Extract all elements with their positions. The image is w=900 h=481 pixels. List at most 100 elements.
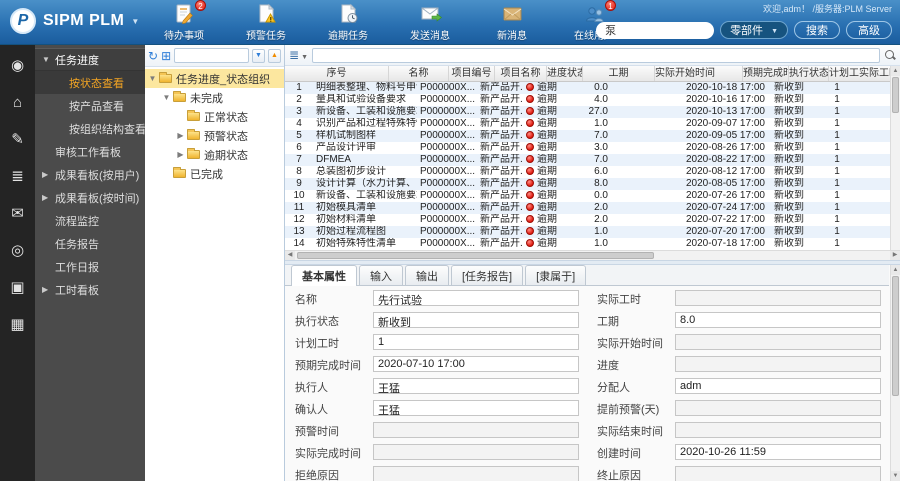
module-edit-icon[interactable]: ✎ (7, 129, 29, 151)
detail-tab[interactable]: [隶属于] (525, 265, 587, 285)
detail-tab[interactable]: 输出 (405, 265, 449, 285)
detail-tab[interactable]: 输入 (359, 265, 403, 285)
table-row[interactable]: 1 明细表整理、物料号申请 P000000X... 新产品开... 逾期 0.0… (285, 82, 900, 94)
refresh-icon[interactable]: ↻ (148, 49, 158, 63)
scrollbar-thumb[interactable] (297, 252, 654, 259)
table-row[interactable]: 4 识别产品和过程特殊特性 P000000X... 新产品开... 逾期 1.0… (285, 118, 900, 130)
sidebar-item[interactable]: 按状态查看 (35, 71, 145, 94)
field-value-input[interactable] (675, 400, 881, 416)
advanced-search-button[interactable]: 高级 (846, 21, 892, 39)
column-header[interactable]: 工期 (583, 66, 655, 81)
tree-node[interactable]: 逾期状态 (145, 145, 284, 164)
field-value-input[interactable]: 王猛 (373, 378, 579, 394)
table-row[interactable]: 9 设计计算（水力计算、电机... P000000X... 新产品开... 逾期… (285, 178, 900, 190)
sidebar-item[interactable]: 流程监控 (35, 209, 145, 232)
grid-view-menu-button[interactable]: ≣ (289, 48, 308, 62)
sidebar-item[interactable]: 任务进度 (35, 48, 145, 71)
field-value-input[interactable] (675, 356, 881, 372)
sidebar-item[interactable]: 任务报告 (35, 232, 145, 255)
sidebar-item[interactable]: 按组织结构查看 (35, 117, 146, 140)
field-value-input[interactable]: 8.0 (675, 312, 881, 328)
module-book-icon[interactable]: ▣ (7, 277, 29, 299)
field-value-input[interactable]: 新收到 (373, 312, 579, 328)
sidebar-item[interactable]: 审核工作看板 (35, 140, 145, 163)
scroll-up-icon[interactable]: ▲ (891, 66, 900, 76)
field-value-input[interactable]: adm (675, 378, 881, 394)
search-button[interactable]: 搜索 (794, 21, 840, 39)
scroll-up-icon[interactable]: ▲ (891, 265, 900, 275)
field-value-input[interactable] (675, 290, 881, 306)
column-header[interactable]: 序号 (285, 66, 389, 81)
scroll-right-icon[interactable]: ▶ (890, 251, 900, 260)
todo-items-button[interactable]: 2 待办事项 (158, 0, 210, 42)
search-category-select[interactable]: 零部件 (720, 21, 788, 39)
field-value-input[interactable]: 先行试验 (373, 290, 579, 306)
table-row[interactable]: 12 初始材料清单 P000000X... 新产品开... 逾期 2.0 202… (285, 214, 900, 226)
column-header[interactable]: 实际开始时间 (655, 66, 743, 81)
sidebar-item[interactable]: 成果看板(按时间) (35, 186, 145, 209)
table-row[interactable]: 2 量具和试验设备要求 P000000X... 新产品开... 逾期 4.0 2… (285, 94, 900, 106)
tree-node[interactable]: 已完成 (145, 164, 284, 183)
detail-tab[interactable]: 基本属性 (291, 265, 357, 286)
module-monitor-icon[interactable]: ◎ (7, 240, 29, 262)
column-header[interactable]: 计划工时 (829, 66, 859, 81)
scrollbar-thumb[interactable] (892, 276, 899, 396)
sidebar-item[interactable]: 工作日报 (35, 255, 145, 278)
sidebar-item[interactable]: 按产品查看 (35, 94, 145, 117)
field-value-input[interactable] (675, 334, 881, 350)
table-row[interactable]: 10 新设备、工装和设施要求（... P000000X... 新产品开... 逾… (285, 190, 900, 202)
tree-node[interactable]: 任务进度_状态组织 (145, 69, 284, 88)
column-header[interactable]: 名称 (389, 66, 449, 81)
module-workspace-icon[interactable]: ◉ (7, 55, 29, 77)
find-next-icon[interactable]: ▼ (252, 48, 265, 63)
search-icon[interactable] (884, 49, 896, 61)
find-previous-icon[interactable]: ▲ (268, 48, 281, 63)
table-row[interactable]: 5 样机试制图样 P000000X... 新产品开... 逾期 7.0 2020… (285, 130, 900, 142)
column-header[interactable]: 执行状态 (789, 66, 829, 81)
field-value-input[interactable] (373, 466, 579, 481)
module-data-icon[interactable]: ≣ (7, 166, 29, 188)
sidebar-item[interactable]: 工时看板 (35, 278, 145, 301)
column-header[interactable]: 预期完成时间 (743, 66, 789, 81)
module-card-icon[interactable]: ▦ (7, 314, 29, 336)
warning-tasks-button[interactable]: 预警任务 (240, 3, 292, 42)
detail-tab[interactable]: [任务报告] (451, 265, 524, 285)
tree-filter-input[interactable] (174, 48, 249, 63)
hierarchy-icon[interactable]: ⊞ (161, 49, 171, 63)
new-messages-button[interactable]: 新消息 (486, 3, 538, 42)
send-message-button[interactable]: 发送消息 (404, 3, 456, 42)
grid-vertical-scrollbar[interactable]: ▲ ▼ (890, 66, 900, 260)
overdue-tasks-button[interactable]: 逾期任务 (322, 3, 374, 42)
table-row[interactable]: 6 产品设计评审 P000000X... 新产品开... 逾期 3.0 2020… (285, 142, 900, 154)
column-header[interactable]: 项目名称 (495, 66, 547, 81)
scroll-left-icon[interactable]: ◀ (285, 251, 295, 260)
field-value-input[interactable]: 2020-10-26 11:59 (675, 444, 881, 460)
table-row[interactable]: 3 新设备、工装和设施要求（... P000000X... 新产品开... 逾期… (285, 106, 900, 118)
field-value-input[interactable] (373, 422, 579, 438)
tree-node[interactable]: 未完成 (145, 88, 284, 107)
tree-node[interactable]: 预警状态 (145, 126, 284, 145)
table-row[interactable]: 13 初始过程流程图 P000000X... 新产品开... 逾期 1.0 20… (285, 226, 900, 238)
grid-filter-input[interactable] (312, 47, 880, 63)
field-value-input[interactable] (675, 466, 881, 481)
scrollbar-thumb[interactable] (892, 77, 899, 113)
field-value-input[interactable]: 王猛 (373, 400, 579, 416)
module-home-icon[interactable]: ⌂ (7, 92, 29, 114)
tree-node[interactable]: 正常状态 (145, 107, 284, 126)
detail-vertical-scrollbar[interactable]: ▲ ▼ (890, 265, 900, 481)
table-row[interactable]: 7 DFMEA P000000X... 新产品开... 逾期 7.0 2020-… (285, 154, 900, 166)
field-value-input[interactable]: 1 (373, 334, 579, 350)
scroll-down-icon[interactable]: ▼ (891, 471, 900, 481)
module-chat-icon[interactable]: ✉ (7, 203, 29, 225)
global-search-input[interactable] (596, 21, 715, 39)
grid-horizontal-scrollbar[interactable]: ◀ ▶ (285, 250, 900, 260)
table-row[interactable]: 8 总装图初步设计 P000000X... 新产品开... 逾期 6.0 202… (285, 166, 900, 178)
table-row[interactable]: 11 初始模具清单 P000000X... 新产品开... 逾期 2.0 202… (285, 202, 900, 214)
column-header[interactable]: 项目编号 (449, 66, 495, 81)
sidebar-item[interactable]: 成果看板(按用户) (35, 163, 145, 186)
column-header[interactable]: 进度状态 (547, 66, 583, 81)
table-row[interactable]: 14 初始特殊特性清单 P000000X... 新产品开... 逾期 1.0 2… (285, 238, 900, 250)
field-value-input[interactable]: 2020-07-10 17:00 (373, 356, 579, 372)
field-value-input[interactable] (373, 444, 579, 460)
field-value-input[interactable] (675, 422, 881, 438)
